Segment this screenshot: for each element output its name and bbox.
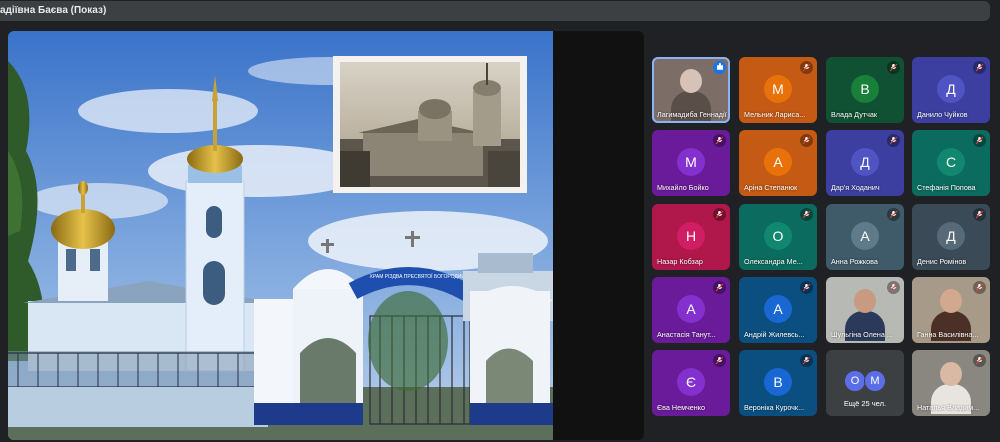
participant-video-face	[854, 289, 876, 313]
participant-grid: Лагимадиба Геннадії... М Мельник Лариса...…	[652, 57, 992, 417]
participant-avatar: Д	[937, 75, 965, 103]
participant-video-face	[940, 362, 962, 386]
participant-name: Ганна Василівна...	[917, 330, 979, 339]
participant-name: Вероніка Курочк...	[744, 403, 805, 412]
participant-name: Олександра Ме...	[744, 257, 803, 266]
presentation-title: адіївна Баєва (Показ)	[0, 5, 107, 16]
participant-avatar: А	[851, 222, 879, 250]
more-participants-label: Ещё 25 чел.	[843, 399, 887, 408]
participant-avatar: В	[764, 368, 792, 396]
participant-name: Михайло Бойко	[657, 183, 709, 192]
participant-video-face	[680, 69, 702, 93]
participant-avatar: О	[764, 222, 792, 250]
participant-avatar: С	[937, 148, 965, 176]
title-bar: адіївна Баєва (Показ)	[0, 0, 1000, 22]
participant-tile[interactable]: Ганна Василівна...	[912, 277, 990, 343]
participant-avatar: Н	[677, 222, 705, 250]
participant-avatar: Д	[851, 148, 879, 176]
participant-tile[interactable]: А Анастасія Танут...	[652, 277, 730, 343]
participant-tile[interactable]: М Мельник Лариса...	[739, 57, 817, 123]
participant-tile[interactable]: О Олександра Ме...	[739, 204, 817, 270]
mic-muted-icon	[973, 61, 986, 74]
participant-name: Андрій Жилевсь...	[744, 330, 805, 339]
participant-avatar: Д	[937, 222, 965, 250]
mic-muted-icon	[973, 208, 986, 221]
mic-muted-icon	[713, 354, 726, 367]
participant-name: Дар'я Ходанич	[831, 183, 880, 192]
mic-muted-icon	[973, 134, 986, 147]
participant-tile[interactable]: Д Данило Чуйков	[912, 57, 990, 123]
participant-tile[interactable]: Шульгіна Олена ...	[826, 277, 904, 343]
participant-name: Шульгіна Олена ...	[831, 330, 893, 339]
participant-name: Мельник Лариса...	[744, 110, 806, 119]
participant-tile[interactable]: А Аріна Степанюк	[739, 130, 817, 196]
mic-muted-icon	[800, 354, 813, 367]
participant-avatar: М	[677, 148, 705, 176]
title-pill: адіївна Баєва (Показ)	[0, 1, 990, 21]
participant-tile[interactable]: Д Дар'я Ходанич	[826, 130, 904, 196]
participant-tile[interactable]: В Вероніка Курочк...	[739, 350, 817, 416]
shared-screen[interactable]: ХРАМ РІЗДВА ПРЕСВЯТОЇ БОГОРОДИЦІ	[8, 31, 644, 440]
participant-avatar: А	[764, 148, 792, 176]
mic-muted-icon	[800, 208, 813, 221]
mic-muted-icon	[800, 61, 813, 74]
participant-name: Данило Чуйков	[917, 110, 968, 119]
participant-name: Аріна Степанюк	[744, 183, 798, 192]
participant-name: Лагимадиба Геннадії...	[657, 110, 727, 119]
mic-muted-icon	[887, 281, 900, 294]
participant-avatar: В	[851, 75, 879, 103]
speaking-indicator-icon	[713, 61, 726, 74]
participant-tile[interactable]: М Михайло Бойко	[652, 130, 730, 196]
mic-muted-icon	[713, 134, 726, 147]
more-participants-avatar: М	[864, 370, 886, 392]
participant-tile[interactable]: Є Єва Немченко	[652, 350, 730, 416]
mic-muted-icon	[887, 61, 900, 74]
participant-avatar: Є	[677, 368, 705, 396]
participant-tile[interactable]: Лагимадиба Геннадії...	[652, 57, 730, 123]
more-participants-avatar: О	[844, 370, 866, 392]
mic-muted-icon	[713, 208, 726, 221]
more-participants-tile[interactable]: О М Ещё 25 чел.	[826, 350, 904, 416]
participant-tile[interactable]: Д Денис Ромінов	[912, 204, 990, 270]
participant-name: Стефанія Попова	[917, 183, 976, 192]
mic-muted-icon	[887, 134, 900, 147]
participant-tile[interactable]: Наталья Владим...	[912, 350, 990, 416]
participant-name: Єва Немченко	[657, 403, 705, 412]
participant-tile[interactable]: С Стефанія Попова	[912, 130, 990, 196]
mic-muted-icon	[887, 208, 900, 221]
participant-tile[interactable]: Н Назар Кобзар	[652, 204, 730, 270]
participant-name: Анастасія Танут...	[657, 330, 716, 339]
participant-name: Анна Рожкова	[831, 257, 878, 266]
participant-tile[interactable]: А Андрій Жилевсь...	[739, 277, 817, 343]
participant-avatar: М	[764, 75, 792, 103]
church-photo: ХРАМ РІЗДВА ПРЕСВЯТОЇ БОГОРОДИЦІ	[8, 31, 644, 440]
participant-tile[interactable]: А Анна Рожкова	[826, 204, 904, 270]
participant-tile[interactable]: В Влада Дутчак	[826, 57, 904, 123]
mic-muted-icon	[713, 281, 726, 294]
mic-muted-icon	[800, 281, 813, 294]
participant-avatar: А	[764, 295, 792, 323]
mic-muted-icon	[973, 354, 986, 367]
mic-muted-icon	[973, 281, 986, 294]
participant-name: Назар Кобзар	[657, 257, 703, 266]
participant-avatar: А	[677, 295, 705, 323]
participant-name: Наталья Владим...	[917, 403, 980, 412]
gate-sign-text: ХРАМ РІЗДВА ПРЕСВЯТОЇ БОГОРОДИЦІ	[370, 273, 467, 280]
mic-muted-icon	[800, 134, 813, 147]
participant-name: Влада Дутчак	[831, 110, 877, 119]
participant-name: Денис Ромінов	[917, 257, 967, 266]
participant-video-face	[940, 289, 962, 313]
